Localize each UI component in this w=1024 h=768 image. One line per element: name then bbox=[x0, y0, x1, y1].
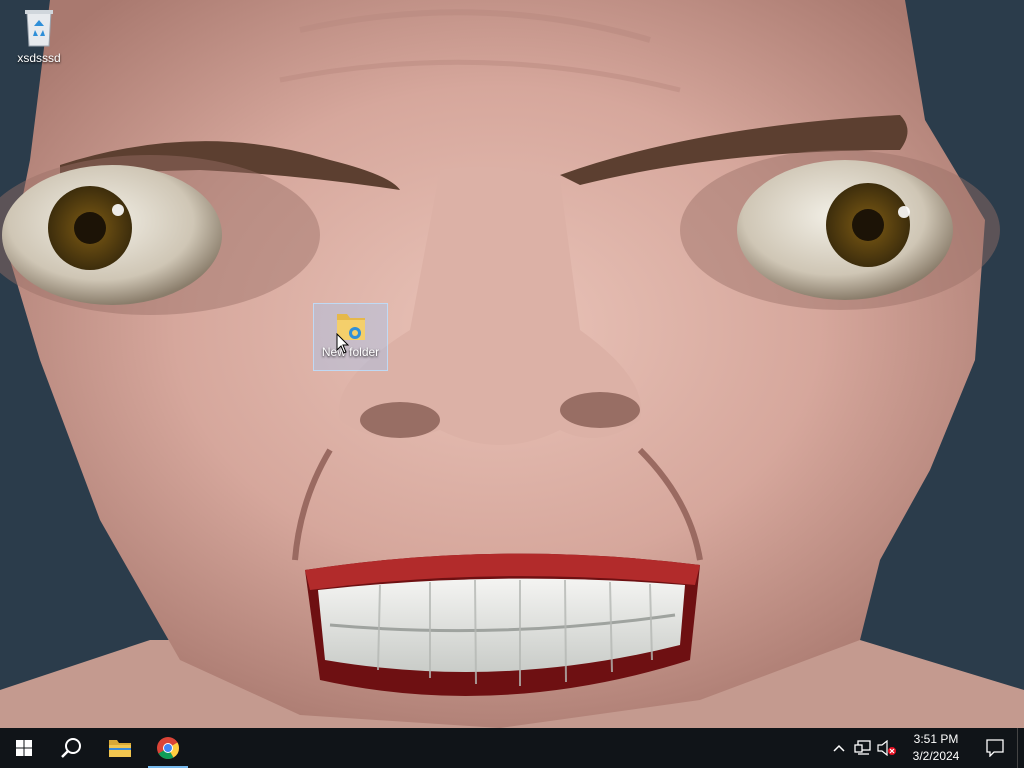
search-button[interactable] bbox=[48, 728, 96, 768]
desktop-icon-new-folder[interactable]: New folder bbox=[313, 303, 388, 371]
new-folder-label: New folder bbox=[321, 345, 380, 359]
recycle-bin-label: xsdsssd bbox=[17, 51, 61, 65]
clock[interactable]: 3:51 PM 3/2/2024 bbox=[899, 728, 973, 768]
recycle-bin-icon bbox=[25, 10, 53, 47]
network-icon bbox=[854, 740, 871, 755]
volume-button[interactable] bbox=[875, 728, 899, 768]
action-center-button[interactable] bbox=[973, 728, 1017, 768]
show-hidden-icons-button[interactable] bbox=[827, 728, 851, 768]
wallpaper-face-image bbox=[0, 0, 1024, 728]
clock-date: 3/2/2024 bbox=[912, 749, 960, 763]
system-tray: 3:51 PM 3/2/2024 bbox=[827, 728, 1024, 768]
folder-icon bbox=[109, 740, 131, 757]
start-button[interactable] bbox=[0, 728, 48, 768]
file-explorer-button[interactable] bbox=[96, 728, 144, 768]
notification-icon bbox=[986, 739, 1004, 757]
volume-muted-icon bbox=[877, 740, 896, 756]
desktop[interactable]: xsdsssd New folder bbox=[0, 0, 1024, 728]
show-desktop-button[interactable] bbox=[1017, 728, 1024, 768]
network-button[interactable] bbox=[851, 728, 875, 768]
search-icon bbox=[61, 738, 81, 758]
chrome-button[interactable] bbox=[144, 728, 192, 768]
windows-logo-icon bbox=[16, 740, 32, 756]
mouse-cursor-icon bbox=[336, 333, 350, 354]
desktop-icon-recycle-bin[interactable]: xsdsssd bbox=[12, 6, 66, 65]
taskbar: 3:51 PM 3/2/2024 bbox=[0, 728, 1024, 768]
chevron-up-icon bbox=[833, 744, 845, 752]
clock-time: 3:51 PM bbox=[913, 732, 959, 746]
chrome-icon bbox=[157, 737, 179, 759]
